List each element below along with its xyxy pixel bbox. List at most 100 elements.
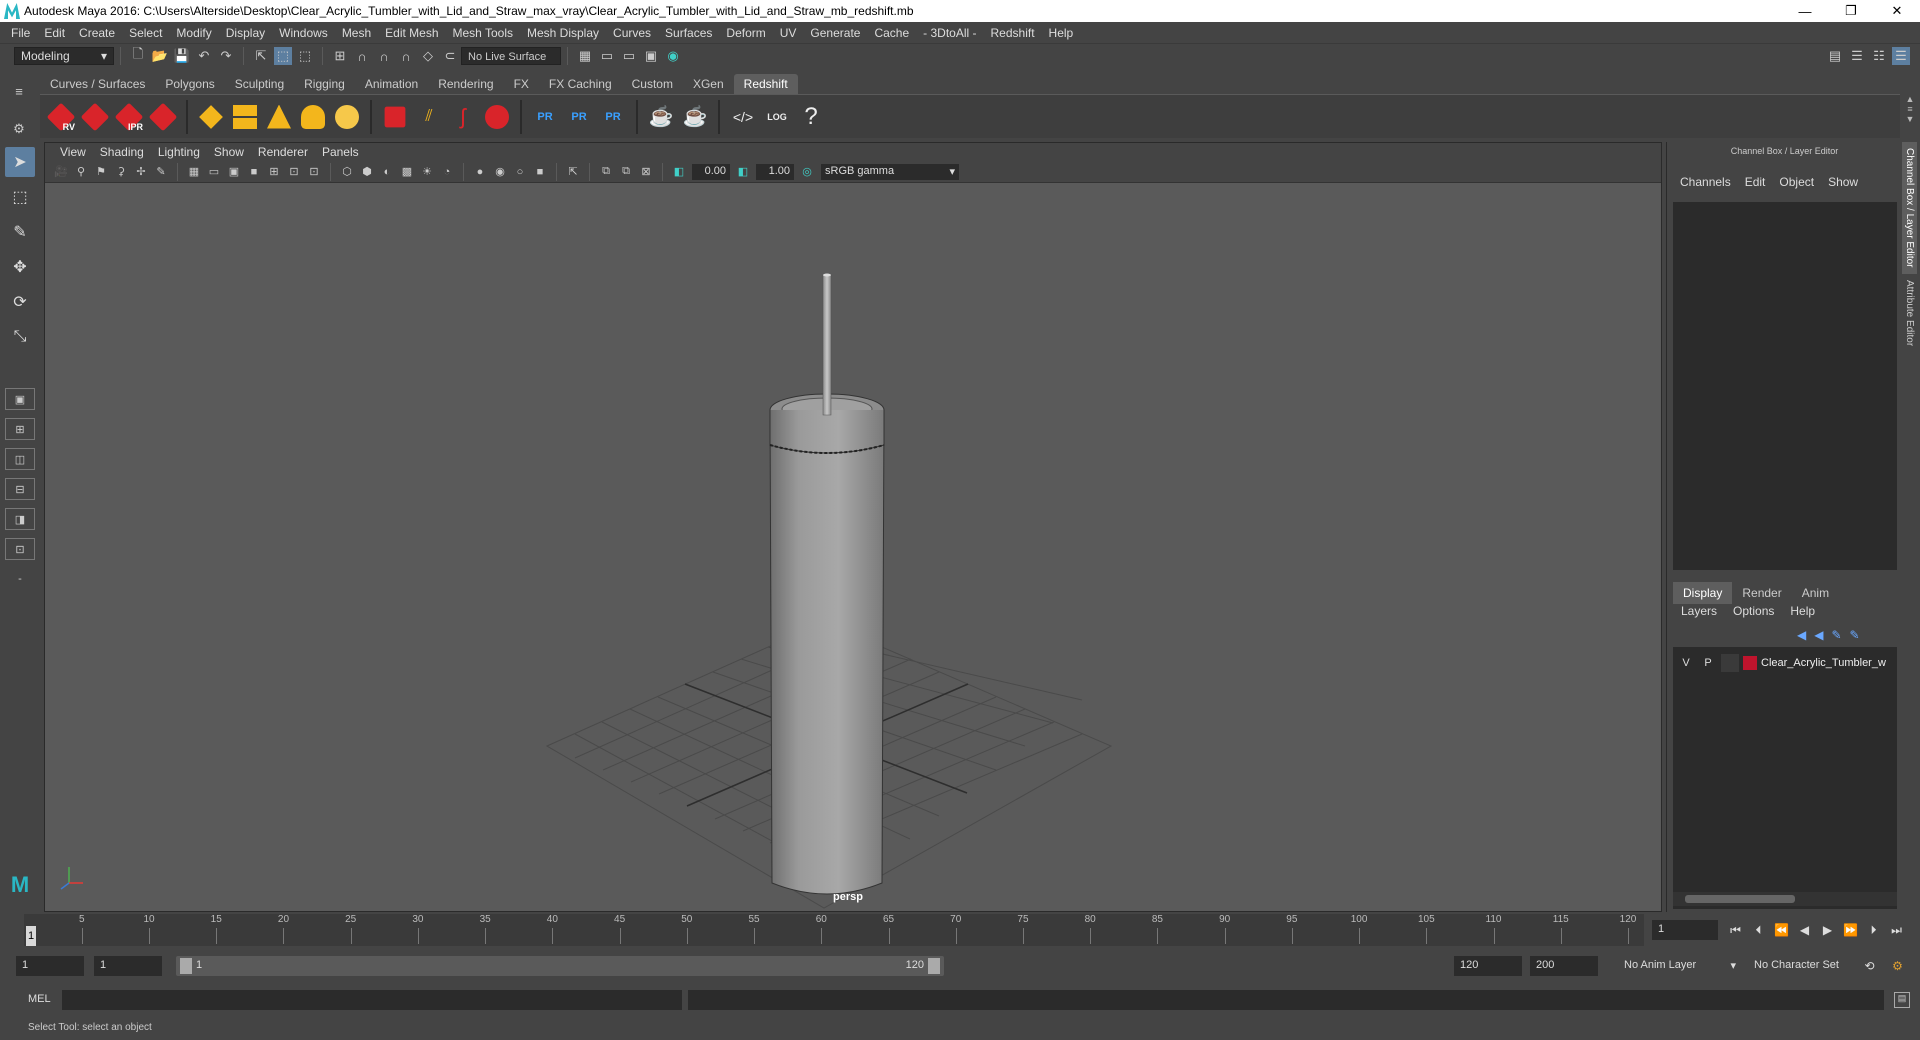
live-surface-field[interactable]: No Live Surface — [461, 47, 561, 65]
hypershade-icon[interactable]: ◉ — [664, 47, 682, 65]
scrollbar-thumb[interactable] — [1685, 895, 1795, 903]
open-scene-icon[interactable]: 📂 — [151, 47, 169, 65]
exposure-field[interactable]: 0.00 — [692, 163, 730, 180]
menu-windows[interactable]: Windows — [272, 26, 335, 40]
layer-tab-render[interactable]: Render — [1732, 582, 1791, 604]
close-button[interactable]: ✕ — [1874, 0, 1920, 22]
current-frame-marker[interactable]: 1 — [26, 926, 36, 946]
tool-settings-icon[interactable]: ☷ — [1870, 47, 1888, 65]
shelf-tab-animation[interactable]: Animation — [355, 74, 428, 94]
shelf-tab-rigging[interactable]: Rigging — [294, 74, 355, 94]
menu-edit-mesh[interactable]: Edit Mesh — [378, 26, 445, 40]
go-to-end-icon[interactable]: ⏭ — [1887, 920, 1906, 940]
panel-menu-shading[interactable]: Shading — [93, 145, 151, 159]
step-forward-key-icon[interactable]: ⏵ — [1864, 920, 1883, 940]
wireframe-icon[interactable]: ⬡ — [339, 164, 355, 180]
auto-key-icon[interactable]: ⟲ — [1860, 956, 1879, 976]
snap-grid-icon[interactable]: ⊞ — [331, 47, 349, 65]
redo-icon[interactable]: ↷ — [217, 47, 235, 65]
modeling-toolkit-icon[interactable]: ▤ — [1826, 47, 1844, 65]
bake-icon[interactable]: ☕ — [646, 100, 676, 134]
sun-sky-icon[interactable] — [332, 100, 362, 134]
aa-icon[interactable]: ⧉ — [598, 164, 614, 180]
maximize-button[interactable]: ❐ — [1828, 0, 1874, 22]
wireframe-on-shaded-icon[interactable]: ◐ — [379, 164, 395, 180]
dome-light-icon[interactable] — [298, 100, 328, 134]
four-view-layout-icon[interactable]: ⊞ — [5, 418, 35, 440]
playback-start-field[interactable]: 1 — [94, 956, 162, 976]
menu-help[interactable]: Help — [1042, 26, 1081, 40]
menu-display[interactable]: Display — [219, 26, 272, 40]
snap-surface-icon[interactable]: ◇ — [419, 47, 437, 65]
script-language-label[interactable]: MEL — [28, 993, 51, 1005]
play-backward-icon[interactable]: ◀ — [1795, 920, 1814, 940]
ambient-occlusion-icon[interactable]: ⧉ — [618, 164, 634, 180]
gate-mask-icon[interactable]: ■ — [246, 164, 262, 180]
rotate-tool-icon[interactable]: ⟳ — [5, 287, 35, 317]
layer-playback-toggle[interactable]: P — [1699, 654, 1717, 672]
menu-file[interactable]: File — [4, 26, 37, 40]
select-component-icon[interactable]: ⬚ — [296, 47, 314, 65]
select-tool-icon[interactable]: ➤ — [5, 147, 35, 177]
bookmark-icon[interactable]: ⚑ — [93, 164, 109, 180]
perspective-viewport[interactable]: persp — [45, 183, 1661, 911]
snap-view-icon[interactable]: ∩ — [397, 47, 415, 65]
lasso-tool-icon[interactable]: ⬚ — [5, 182, 35, 212]
gamma-icon[interactable]: ◧ — [735, 164, 751, 180]
step-forward-frame-icon[interactable]: ⏩ — [1841, 920, 1860, 940]
outliner-layout-icon[interactable]: ◨ — [5, 508, 35, 530]
range-end-handle[interactable] — [928, 958, 940, 974]
layer-menu-layers[interactable]: Layers — [1673, 604, 1725, 618]
select-object-icon[interactable]: ⬚ — [274, 47, 292, 65]
panel-menu-lighting[interactable]: Lighting — [151, 145, 207, 159]
menu-select[interactable]: Select — [122, 26, 169, 40]
shelf-tab-curves-surfaces[interactable]: Curves / Surfaces — [40, 74, 155, 94]
color-management-icon[interactable]: ◎ — [799, 164, 815, 180]
help-icon[interactable]: ? — [796, 100, 826, 134]
scale-tool-icon[interactable]: ⤡ — [5, 322, 35, 352]
textured-icon[interactable]: ▩ — [399, 164, 415, 180]
xray-components-icon[interactable]: ○ — [512, 164, 528, 180]
menu-curves[interactable]: Curves — [606, 26, 658, 40]
shelf-tab-xgen[interactable]: XGen — [683, 74, 734, 94]
channel-box-content[interactable] — [1673, 202, 1897, 570]
channel-menu-show[interactable]: Show — [1821, 175, 1865, 189]
layer-display-type-toggle[interactable] — [1721, 654, 1739, 672]
field-chart-icon[interactable]: ⊞ — [266, 164, 282, 180]
animation-end-field[interactable]: 200 — [1530, 956, 1598, 976]
menu-cache[interactable]: Cache — [867, 26, 916, 40]
gamma-field[interactable]: 1.00 — [756, 163, 794, 180]
layer-visibility-toggle[interactable]: V — [1677, 654, 1695, 672]
curve-object-icon[interactable]: ʃ — [448, 100, 478, 134]
persp-outliner-layout-icon[interactable]: ◫ — [5, 448, 35, 470]
motion-blur-icon[interactable]: ⊠ — [638, 164, 654, 180]
proxy-export-icon[interactable]: PR — [530, 100, 560, 134]
animation-preferences-icon[interactable]: ⚙ — [1888, 956, 1907, 976]
menu-generate[interactable]: Generate — [803, 26, 867, 40]
redshift-render-view-icon[interactable]: RV — [46, 100, 76, 134]
grease-pencil-icon[interactable]: ✎ — [153, 164, 169, 180]
redshift-settings-icon[interactable] — [148, 100, 178, 134]
panel-menu-show[interactable]: Show — [207, 145, 251, 159]
paint-select-tool-icon[interactable]: ✎ — [5, 217, 35, 247]
layout-options-icon[interactable]: - — [5, 568, 35, 590]
current-frame-field[interactable]: 1 — [1652, 920, 1718, 940]
menu-uv[interactable]: UV — [773, 26, 804, 40]
shelf-tab-rendering[interactable]: Rendering — [428, 74, 503, 94]
hair-icon[interactable]: ⫽ — [414, 100, 444, 134]
move-layer-up-icon[interactable]: ◀ — [1797, 628, 1806, 642]
shelf-tab-fx-caching[interactable]: FX Caching — [539, 74, 622, 94]
render-frame-icon[interactable]: ▭ — [598, 47, 616, 65]
save-scene-icon[interactable]: 💾 — [173, 47, 191, 65]
hypershade-layout-icon[interactable]: ⊡ — [5, 538, 35, 560]
smooth-shade-icon[interactable]: ⬢ — [359, 164, 375, 180]
layer-menu-help[interactable]: Help — [1782, 604, 1823, 618]
snap-curve-icon[interactable]: ∩ — [353, 47, 371, 65]
menu-create[interactable]: Create — [72, 26, 122, 40]
playback-end-field[interactable]: 120 — [1454, 956, 1522, 976]
ipr-render-icon[interactable]: ▭ — [620, 47, 638, 65]
xray-joints-icon[interactable]: ◉ — [492, 164, 508, 180]
channel-box-icon[interactable]: ☰ — [1892, 47, 1910, 65]
log-icon[interactable]: LOG — [762, 100, 792, 134]
menu-modify[interactable]: Modify — [169, 26, 218, 40]
